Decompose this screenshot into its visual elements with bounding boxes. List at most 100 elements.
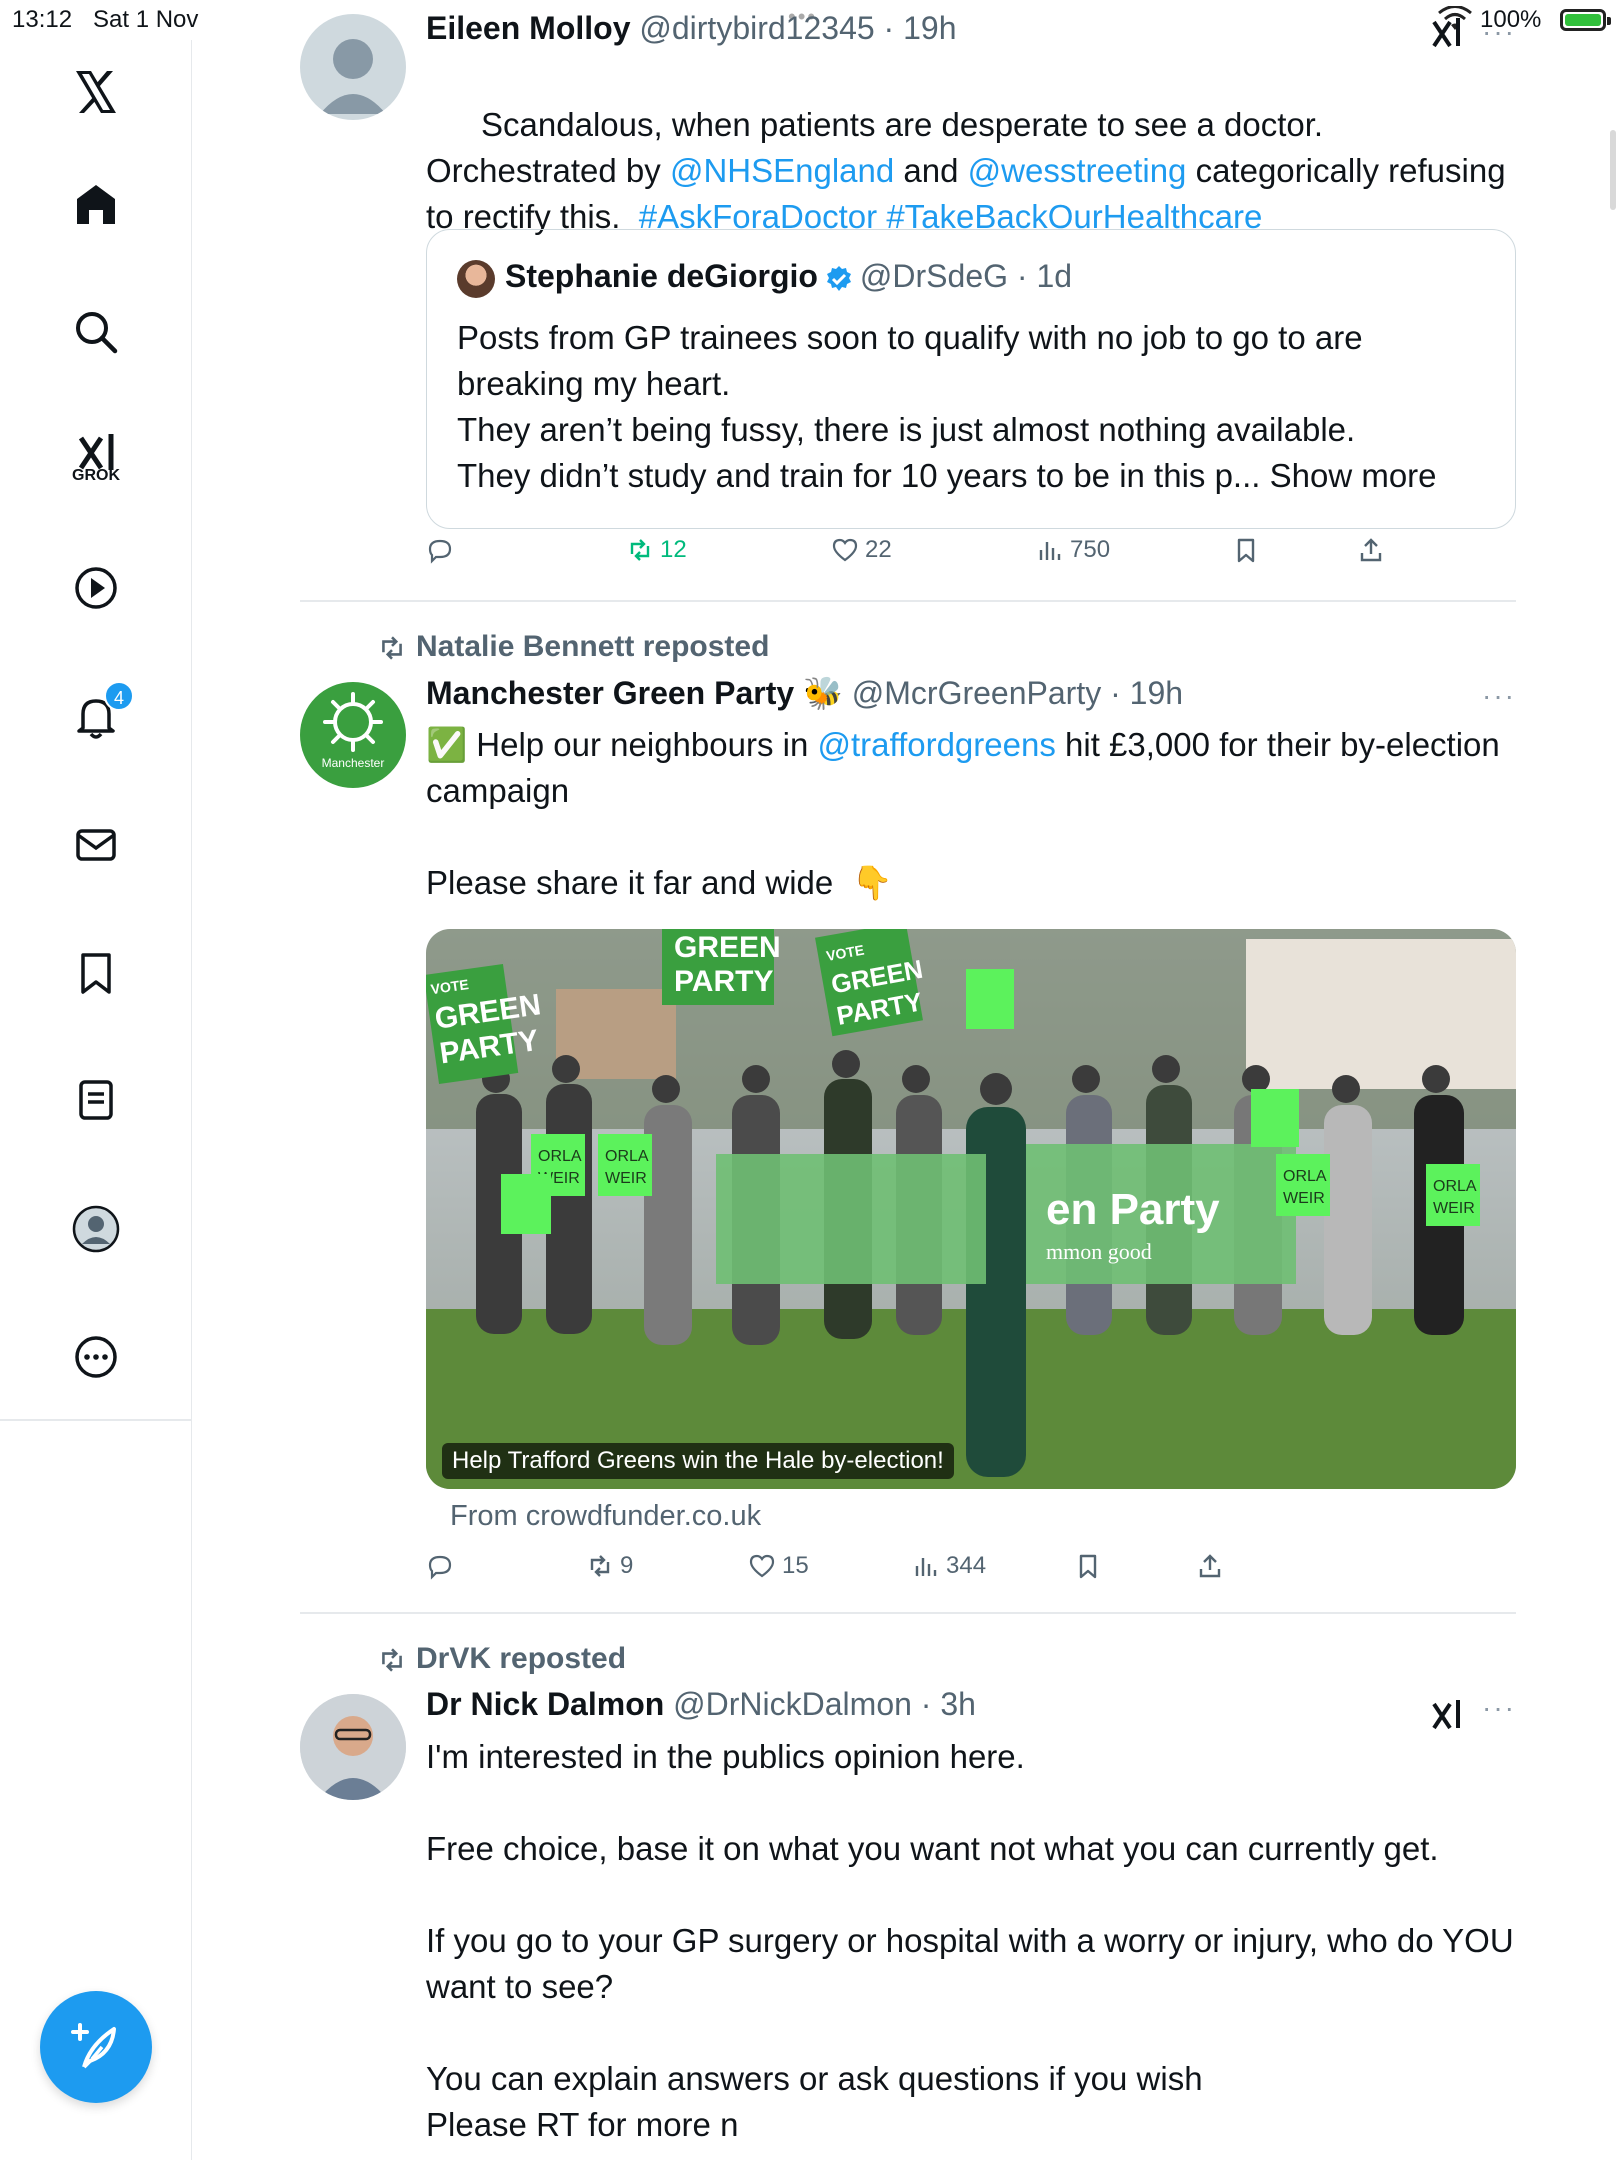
tweet-time[interactable]: 19h xyxy=(1130,675,1183,711)
quote-handle: @DrSdeG xyxy=(859,258,1008,294)
more-options-icon[interactable]: ··· xyxy=(1482,16,1516,48)
tweet-header: Manchester Green Party 🐝 @McrGreenParty … xyxy=(426,674,1183,712)
quote-author-name: Stephanie deGiorgio xyxy=(505,258,818,294)
tweet-text: I'm interested in the publics opinion he… xyxy=(426,1738,1514,2143)
like-count: 22 xyxy=(865,536,892,563)
retweet-icon xyxy=(630,539,650,561)
author-handle[interactable]: @dirtybird12345 xyxy=(639,10,874,46)
author-name[interactable]: Manchester Green Party xyxy=(426,675,794,711)
scrollbar[interactable] xyxy=(1610,130,1616,210)
sidebar: GROK 4 xyxy=(0,40,192,2160)
author-name[interactable]: Dr Nick Dalmon xyxy=(426,1686,664,1722)
grok-icon[interactable] xyxy=(1428,1696,1464,1732)
like-button[interactable]: 22 xyxy=(831,536,892,564)
banner-subtext: mmon good xyxy=(1046,1239,1152,1264)
sign-text: GREEN xyxy=(674,931,781,964)
heart-icon xyxy=(832,538,858,562)
media-image[interactable]: en Party mmon good VOTE GREEN PARTY GREE… xyxy=(426,929,1516,1489)
repost-indicator: DrVK reposted xyxy=(376,1642,626,1676)
share-icon xyxy=(1199,1554,1221,1578)
avatar[interactable] xyxy=(300,1694,406,1800)
views-button[interactable]: 344 xyxy=(912,1552,986,1580)
avatar[interactable] xyxy=(300,14,406,120)
tweet-text: ✅ Help our neighbours in @traffordgreens… xyxy=(426,722,1516,906)
avatar[interactable]: Manchester xyxy=(300,682,406,788)
banner-text: en Party xyxy=(1046,1185,1220,1234)
tweet[interactable]: DrVK reposted Dr Nick Dalmon @DrNickDalm… xyxy=(300,1642,1516,2160)
bookmark-button[interactable] xyxy=(1232,536,1260,564)
tweet-header: Dr Nick Dalmon @DrNickDalmon · 3h xyxy=(426,1686,976,1723)
tweet-actions: 9 15 344 xyxy=(426,1552,1516,1592)
tweet-time[interactable]: 19h xyxy=(903,10,956,46)
grok-label: GROK xyxy=(72,467,120,484)
bookmark-button[interactable] xyxy=(1074,1552,1102,1580)
share-button[interactable] xyxy=(1196,1552,1224,1580)
view-count: 344 xyxy=(946,1552,987,1579)
sidebar-divider xyxy=(0,1419,192,1421)
reply-button[interactable] xyxy=(426,536,454,564)
home-icon[interactable] xyxy=(66,174,126,234)
retweet-count: 12 xyxy=(660,536,687,563)
sign-text: ORLA xyxy=(605,1148,649,1165)
more-options-icon[interactable]: ··· xyxy=(1482,680,1516,712)
reposted-by[interactable]: Natalie Bennett reposted xyxy=(416,630,769,663)
more-options-icon[interactable]: ··· xyxy=(1482,1692,1516,1724)
mention-link[interactable]: @traffordgreens xyxy=(817,726,1055,763)
quote-text: Posts from GP trainees soon to qualify w… xyxy=(457,319,1437,494)
quote-avatar xyxy=(457,259,495,298)
retweet-button[interactable]: 9 xyxy=(586,1552,633,1580)
sign-text: WEIR xyxy=(1283,1190,1325,1207)
tweet-header: Eileen Molloy @dirtybird12345 · 19h xyxy=(426,10,956,47)
text-segment: and xyxy=(894,152,968,189)
reply-button[interactable] xyxy=(426,1552,454,1580)
author-handle[interactable]: @DrNickDalmon xyxy=(673,1686,912,1722)
like-button[interactable]: 15 xyxy=(748,1552,809,1580)
text-segment: ✅ Help our neighbours in xyxy=(426,726,818,763)
group-photo: en Party mmon good VOTE GREEN PARTY GREE… xyxy=(426,929,1516,1489)
mention-link[interactable]: @NHSEngland xyxy=(670,152,894,189)
grok-icon[interactable]: GROK xyxy=(66,423,126,484)
sign-text: ORLA xyxy=(1433,1178,1477,1195)
views-button[interactable]: 750 xyxy=(1036,536,1110,564)
heart-icon xyxy=(749,1554,775,1578)
compose-button[interactable] xyxy=(40,1991,152,2103)
retweet-button[interactable]: 12 xyxy=(626,536,687,564)
messages-icon[interactable] xyxy=(66,815,126,875)
video-icon[interactable] xyxy=(66,558,126,618)
retweet-icon xyxy=(382,1648,402,1672)
tweet[interactable]: Natalie Bennett reposted Manchester Manc… xyxy=(300,630,1516,1614)
sign-text: ORLA xyxy=(538,1148,582,1165)
grok-icon[interactable] xyxy=(1428,14,1464,50)
feather-plus-icon xyxy=(71,2023,116,2069)
search-icon[interactable] xyxy=(66,302,126,362)
author-handle[interactable]: @McrGreenParty xyxy=(852,675,1101,711)
x-logo-icon[interactable] xyxy=(66,62,126,122)
sign-text: WEIR xyxy=(605,1170,647,1187)
bookmark-icon xyxy=(1237,538,1255,563)
profile-icon[interactable] xyxy=(66,1199,126,1259)
notifications-icon[interactable]: 4 xyxy=(66,681,134,747)
lists-icon[interactable] xyxy=(66,1070,126,1130)
mention-link[interactable]: @wesstreeting xyxy=(968,152,1187,189)
share-button[interactable] xyxy=(1357,536,1385,564)
more-icon[interactable] xyxy=(66,1327,126,1387)
media-caption: Help Trafford Greens win the Hale by-ele… xyxy=(442,1443,954,1479)
reply-icon xyxy=(428,1555,452,1580)
sign-text: PARTY xyxy=(674,965,773,998)
bookmarks-icon[interactable] xyxy=(66,943,126,1003)
tweet-time[interactable]: 3h xyxy=(940,1686,976,1722)
author-emoji: 🐝 xyxy=(803,675,843,711)
share-icon xyxy=(1360,538,1382,562)
quote-tweet[interactable]: Stephanie deGiorgio @DrSdeG · 1d Posts fr… xyxy=(426,229,1516,529)
status-time: 13:12 xyxy=(12,6,73,33)
tweet[interactable]: Eileen Molloy @dirtybird12345 · 19h ··· … xyxy=(300,10,1516,602)
battery-icon xyxy=(1560,9,1611,31)
author-name[interactable]: Eileen Molloy xyxy=(426,10,630,46)
like-count: 15 xyxy=(782,1552,809,1579)
reposted-by[interactable]: DrVK reposted xyxy=(416,1642,626,1675)
quote-header: Stephanie deGiorgio @DrSdeG · 1d xyxy=(457,258,1072,298)
quote-time: 1d xyxy=(1036,258,1073,294)
dot-separator: · xyxy=(1101,675,1130,711)
dot-separator: · xyxy=(1008,258,1037,294)
media-source[interactable]: From crowdfunder.co.uk xyxy=(450,1500,761,1533)
